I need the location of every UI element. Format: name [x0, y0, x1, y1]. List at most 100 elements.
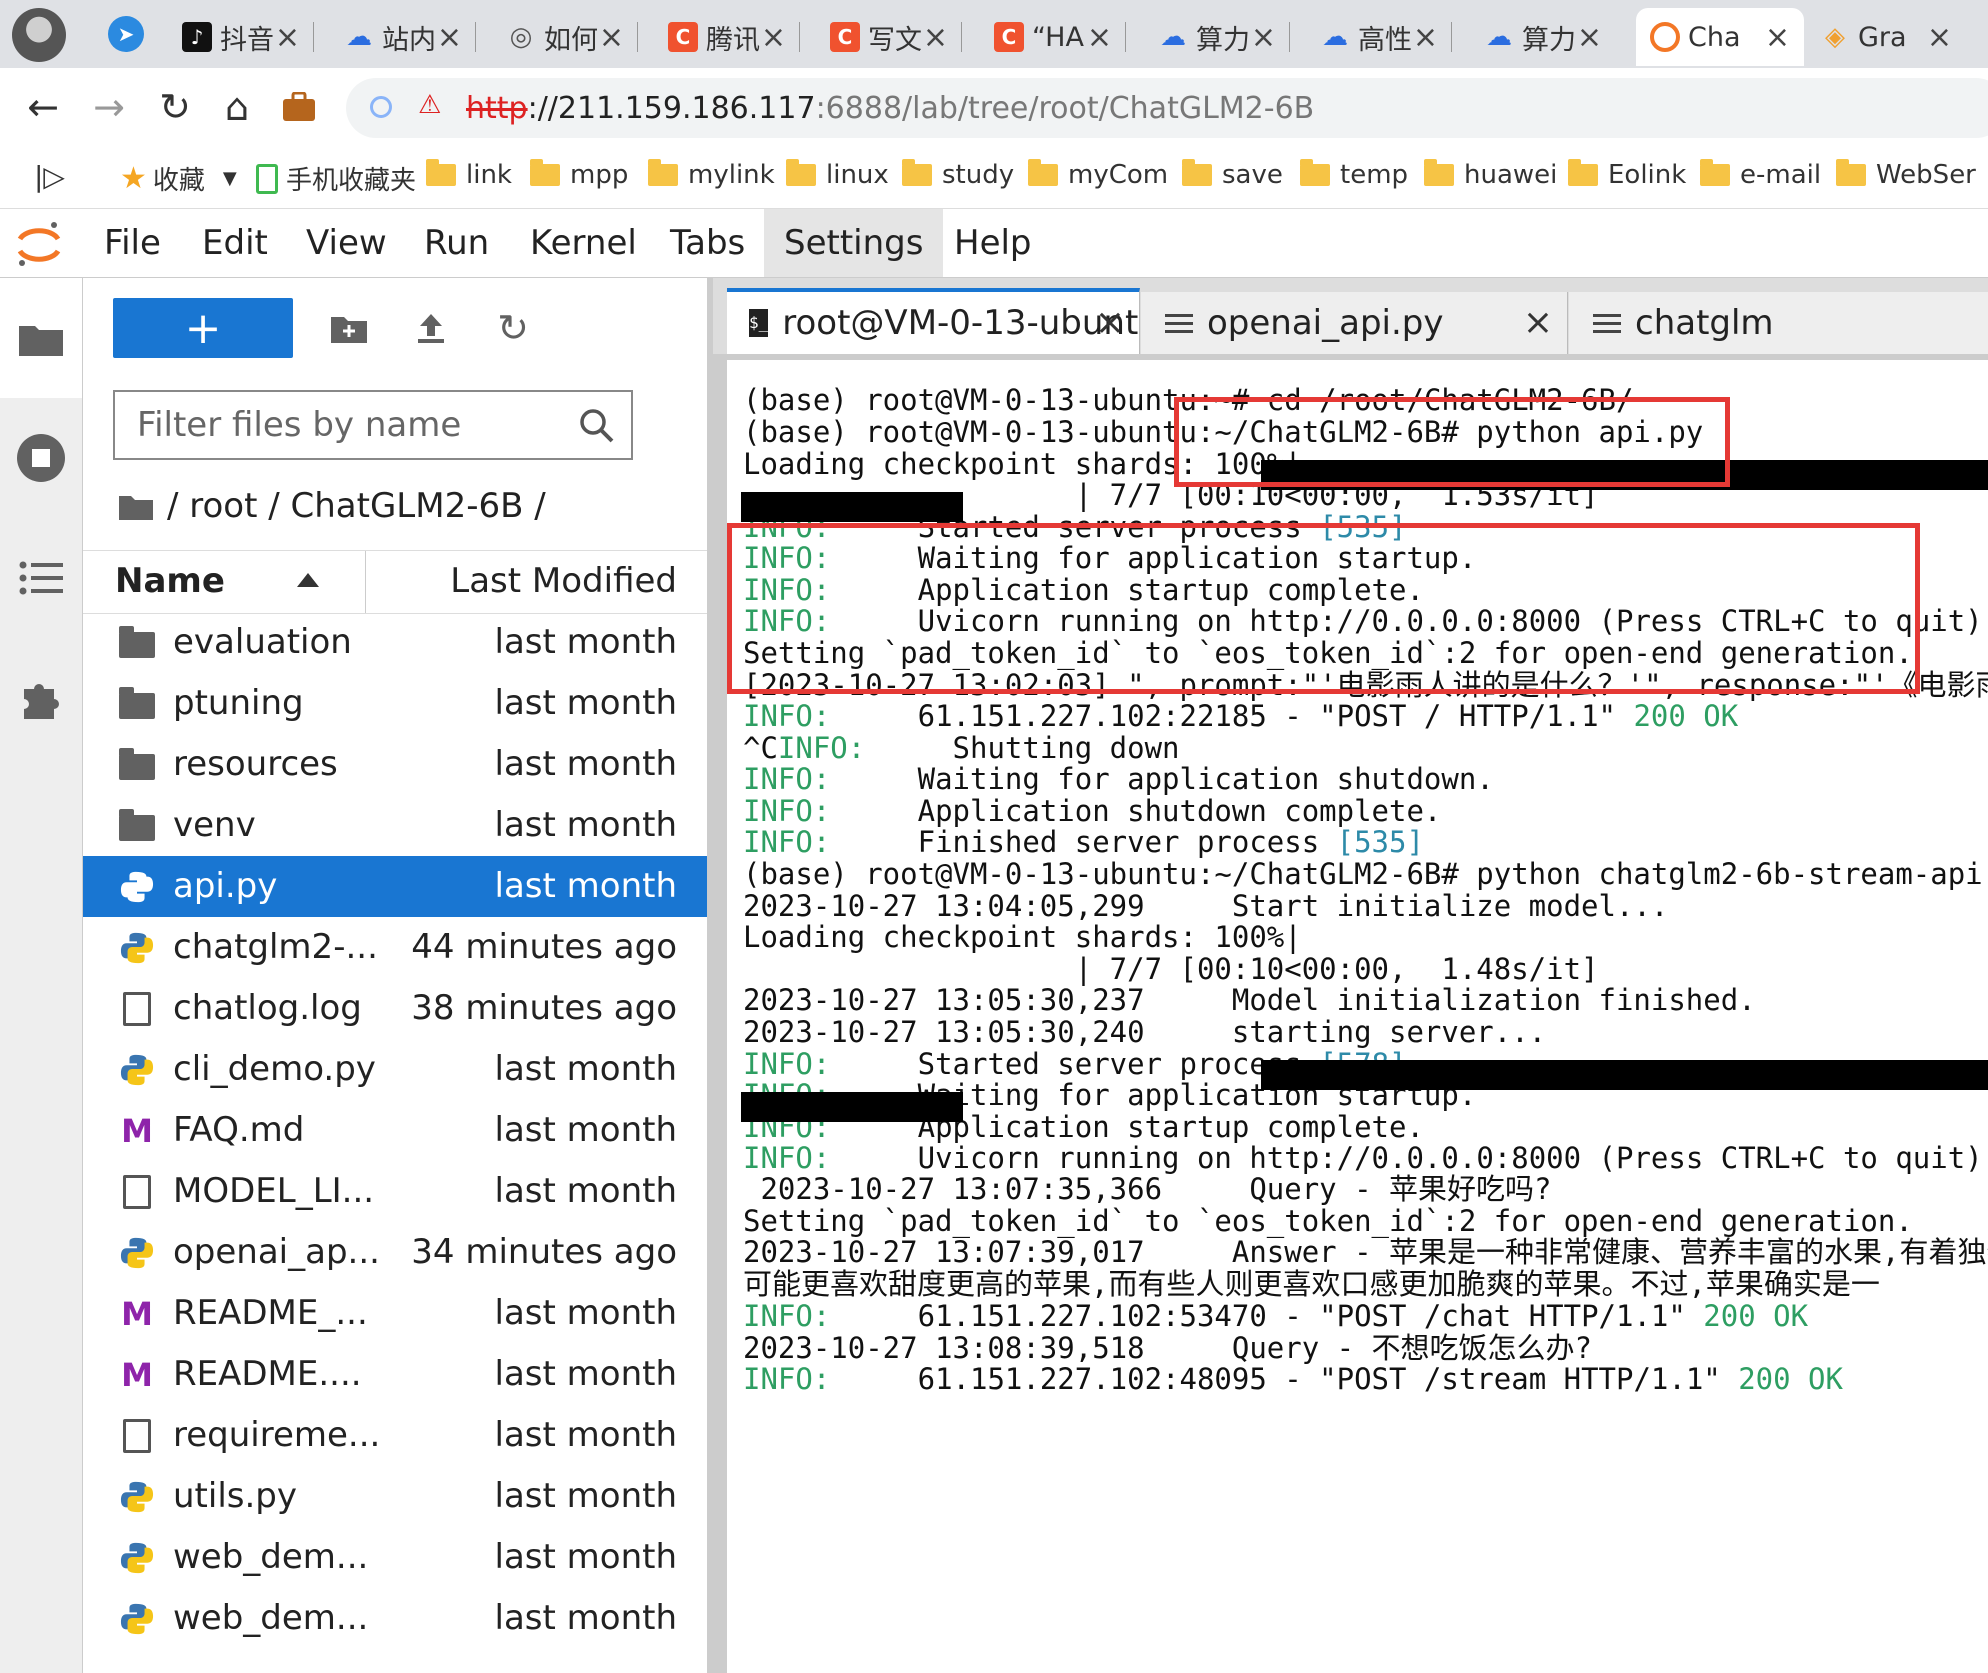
browser-tab[interactable]: ☁ 算力 ×: [1144, 8, 1290, 66]
menu-run[interactable]: Run: [414, 223, 499, 263]
browser-tab[interactable]: ☁ 站内 ×: [330, 8, 476, 66]
python-icon: [120, 871, 154, 903]
bookmark-folder[interactable]: link: [426, 159, 512, 190]
tab-chatglm[interactable]: chatglm: [1569, 292, 1988, 354]
file-list-item[interactable]: M README.... last month: [83, 1344, 707, 1405]
table-of-contents-tab[interactable]: [0, 518, 82, 638]
file-list-item[interactable]: M README_... last month: [83, 1283, 707, 1344]
sort-ascending-icon[interactable]: [297, 573, 319, 587]
forward-icon[interactable]: →: [84, 82, 134, 132]
file-list-item[interactable]: M FAQ.md last month: [83, 1100, 707, 1161]
tab-openai-api[interactable]: openai_api.py ×: [1141, 292, 1568, 354]
close-icon[interactable]: ×: [923, 20, 948, 55]
browser-tab[interactable]: C 写文 ×: [816, 8, 962, 66]
menu-help[interactable]: Help: [944, 223, 1042, 263]
file-list-item[interactable]: web_dem... last month: [83, 1588, 707, 1649]
close-icon[interactable]: ×: [275, 20, 300, 55]
folder-icon[interactable]: [119, 492, 153, 520]
browser-tab[interactable]: ◎ 如何 ×: [492, 8, 638, 66]
column-name[interactable]: Name: [115, 561, 225, 601]
insecure-lock-icon[interactable]: ⚠: [418, 90, 441, 120]
file-list-item[interactable]: cli_demo.py last month: [83, 1039, 707, 1100]
python-icon: [120, 1237, 154, 1269]
bookmark-folder[interactable]: temp: [1300, 159, 1408, 190]
document-tab-bar: $_ root@VM-0-13-ubuntu: ~, × openai_api.…: [713, 278, 1988, 354]
bookmark-folder[interactable]: Eolink: [1568, 159, 1686, 190]
profile-avatar[interactable]: [12, 8, 66, 62]
menu-tabs[interactable]: Tabs: [660, 223, 755, 263]
close-icon[interactable]: ×: [1523, 302, 1553, 343]
close-icon[interactable]: ×: [1251, 20, 1276, 55]
sidebar-toggle-icon[interactable]: |▷: [34, 160, 65, 193]
tab-terminal[interactable]: $_ root@VM-0-13-ubuntu: ~, ×: [727, 288, 1140, 354]
browser-tab[interactable]: ◈ Gra ×: [1806, 8, 1966, 66]
briefcase-icon[interactable]: [274, 82, 324, 132]
column-divider[interactable]: [365, 551, 366, 613]
file-list-item[interactable]: MODEL_LI... last month: [83, 1161, 707, 1222]
bookmark-mobile[interactable]: 手机收藏夹: [256, 160, 416, 197]
close-icon[interactable]: ×: [1927, 20, 1952, 55]
close-icon[interactable]: ×: [1087, 20, 1112, 55]
refresh-icon[interactable]: ↻: [491, 306, 535, 350]
browser-tab[interactable]: ☁ 高性 ×: [1306, 8, 1452, 66]
bookmark-folder[interactable]: save: [1182, 159, 1283, 190]
browser-tab[interactable]: ☁ 算力 ×: [1470, 8, 1616, 66]
file-list-item[interactable]: api.py last month: [83, 856, 707, 917]
back-icon[interactable]: ←: [18, 82, 68, 132]
python-icon: [120, 1603, 154, 1635]
running-sessions-tab[interactable]: [0, 398, 82, 518]
reload-icon[interactable]: ↻: [150, 82, 200, 132]
file-list-item[interactable]: venv last month: [83, 795, 707, 856]
bookmark-folder[interactable]: mylink: [648, 159, 775, 190]
security-icon[interactable]: [370, 96, 392, 118]
bookmark-folder[interactable]: huawei: [1424, 159, 1557, 190]
bookmark-folder[interactable]: study: [902, 159, 1014, 190]
close-icon[interactable]: ×: [761, 20, 786, 55]
close-icon[interactable]: ×: [1577, 20, 1602, 55]
new-launcher-button[interactable]: +: [113, 298, 293, 358]
bookmark-folder[interactable]: e-mail: [1700, 159, 1821, 190]
terminal-output[interactable]: (base) root@VM-0-13-ubuntu:~# cd /root/C…: [727, 360, 1988, 1673]
address-bar[interactable]: ⚠ http://211.159.186.117:6888/lab/tree/r…: [346, 78, 1988, 138]
extensions-tab[interactable]: [0, 638, 82, 758]
upload-icon[interactable]: [409, 306, 453, 350]
bookmark-folder[interactable]: WebSer: [1836, 159, 1976, 190]
menu-settings[interactable]: Settings: [764, 209, 944, 277]
file-list-item[interactable]: web_dem... last month: [83, 1527, 707, 1588]
close-icon[interactable]: ×: [437, 20, 462, 55]
file-list-item[interactable]: utils.py last month: [83, 1466, 707, 1527]
menu-kernel[interactable]: Kernel: [520, 223, 647, 263]
bookmark-folder[interactable]: linux: [786, 159, 889, 190]
file-list-item[interactable]: evaluation last month: [83, 612, 707, 673]
browser-tab[interactable]: C 腾讯 ×: [654, 8, 800, 66]
close-icon[interactable]: ×: [1413, 20, 1438, 55]
file-list-item[interactable]: openai_ap... 34 minutes ago: [83, 1222, 707, 1283]
close-icon[interactable]: ×: [1095, 302, 1125, 343]
breadcrumb-path[interactable]: / root / ChatGLM2-6B /: [167, 486, 546, 526]
bookmark-favorites[interactable]: ★ 收藏 ▼: [120, 160, 237, 197]
file-list-item[interactable]: chatglm2-... 44 minutes ago: [83, 917, 707, 978]
browser-tab-active[interactable]: Cha ×: [1636, 8, 1804, 66]
column-last-modified[interactable]: Last Modified: [450, 561, 677, 601]
filter-files-input[interactable]: Filter files by name: [113, 390, 633, 460]
close-icon[interactable]: ×: [1765, 20, 1790, 55]
browser-tab[interactable]: C “HA ×: [980, 8, 1126, 66]
bookmark-label: mylink: [688, 160, 775, 190]
home-icon[interactable]: ⌂: [212, 82, 262, 132]
bookmark-folder[interactable]: mpp: [530, 159, 628, 190]
bookmark-folder[interactable]: myCom: [1028, 159, 1168, 190]
close-icon[interactable]: ×: [599, 20, 624, 55]
menu-file[interactable]: File: [94, 223, 171, 263]
file-list-item[interactable]: resources last month: [83, 734, 707, 795]
file-modified: 44 minutes ago: [411, 927, 677, 967]
chevron-down-icon[interactable]: ▼: [223, 168, 237, 189]
file-list-item[interactable]: requireme... last month: [83, 1405, 707, 1466]
telegram-tab-icon[interactable]: ➤: [108, 16, 144, 52]
menu-view[interactable]: View: [296, 223, 397, 263]
file-list-item[interactable]: ptuning last month: [83, 673, 707, 734]
browser-tab[interactable]: ♪ 抖音 ×: [168, 8, 314, 66]
file-browser-tab[interactable]: [0, 278, 82, 398]
new-folder-icon[interactable]: [327, 306, 371, 350]
file-list-item[interactable]: chatlog.log 38 minutes ago: [83, 978, 707, 1039]
menu-edit[interactable]: Edit: [192, 223, 278, 263]
